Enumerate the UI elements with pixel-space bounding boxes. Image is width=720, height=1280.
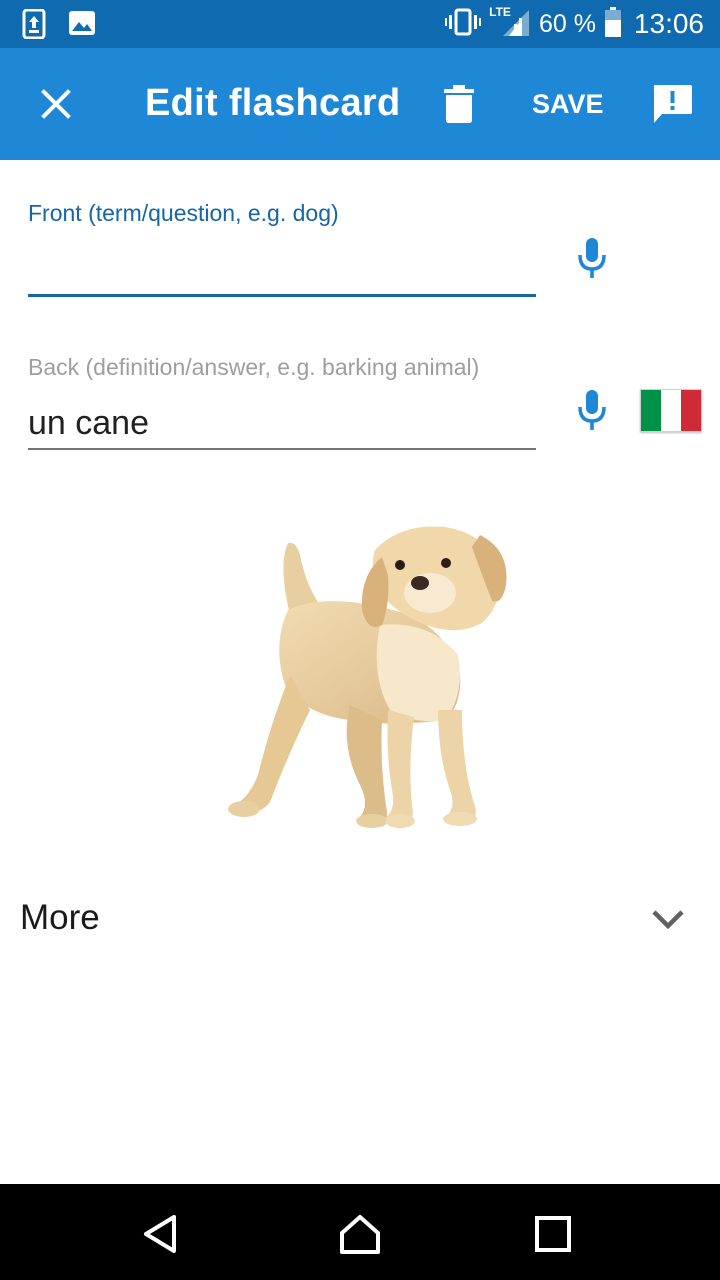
save-button[interactable]: SAVE — [520, 78, 616, 130]
screenshot-upload-icon — [22, 8, 46, 44]
battery-percent: 60 % — [538, 9, 596, 38]
microphone-icon — [578, 238, 606, 278]
front-field-label: Front (term/question, e.g. dog) — [28, 200, 339, 226]
report-icon — [654, 85, 692, 123]
status-left-icons — [22, 8, 96, 44]
network-type-label: LTE — [489, 5, 511, 19]
status-time: 13:06 — [633, 8, 704, 39]
puppy-illustration — [228, 526, 507, 828]
home-icon — [340, 1215, 380, 1254]
back-mic-button[interactable] — [572, 386, 612, 434]
italian-flag-icon — [641, 390, 661, 431]
more-section-toggle[interactable]: More — [0, 880, 720, 960]
front-field-input[interactable] — [28, 238, 536, 297]
microphone-icon — [578, 390, 606, 430]
nav-recents-button[interactable] — [527, 1208, 579, 1260]
nav-back-button[interactable] — [134, 1208, 186, 1260]
close-icon — [41, 89, 71, 119]
language-flag-button[interactable] — [640, 389, 702, 432]
status-bar: LTE 60 % 13:06 — [0, 0, 720, 48]
front-mic-button[interactable] — [572, 234, 612, 282]
back-field-input[interactable] — [28, 398, 536, 450]
report-button[interactable] — [640, 72, 704, 136]
page-title: Edit flashcard — [145, 82, 401, 124]
app-bar: Edit flashcard SAVE — [0, 48, 720, 160]
card-image[interactable] — [210, 505, 530, 845]
back-field-label: Back (definition/answer, e.g. barking an… — [28, 354, 480, 380]
more-label: More — [20, 898, 100, 937]
nav-home-button[interactable] — [334, 1208, 386, 1260]
recents-icon — [535, 1216, 571, 1252]
image-icon — [68, 9, 96, 44]
status-right-icons: LTE 60 % 13:06 — [445, 0, 704, 48]
system-nav-bar — [0, 1184, 720, 1280]
close-button[interactable] — [24, 72, 88, 136]
vibrate-icon — [445, 8, 482, 41]
back-icon — [144, 1215, 176, 1253]
delete-icon — [444, 85, 474, 123]
battery-icon — [604, 6, 622, 42]
delete-button[interactable] — [428, 72, 490, 136]
chevron-down-icon — [652, 910, 684, 930]
flag-stripe-red — [681, 390, 701, 431]
flag-stripe-white — [661, 390, 681, 431]
